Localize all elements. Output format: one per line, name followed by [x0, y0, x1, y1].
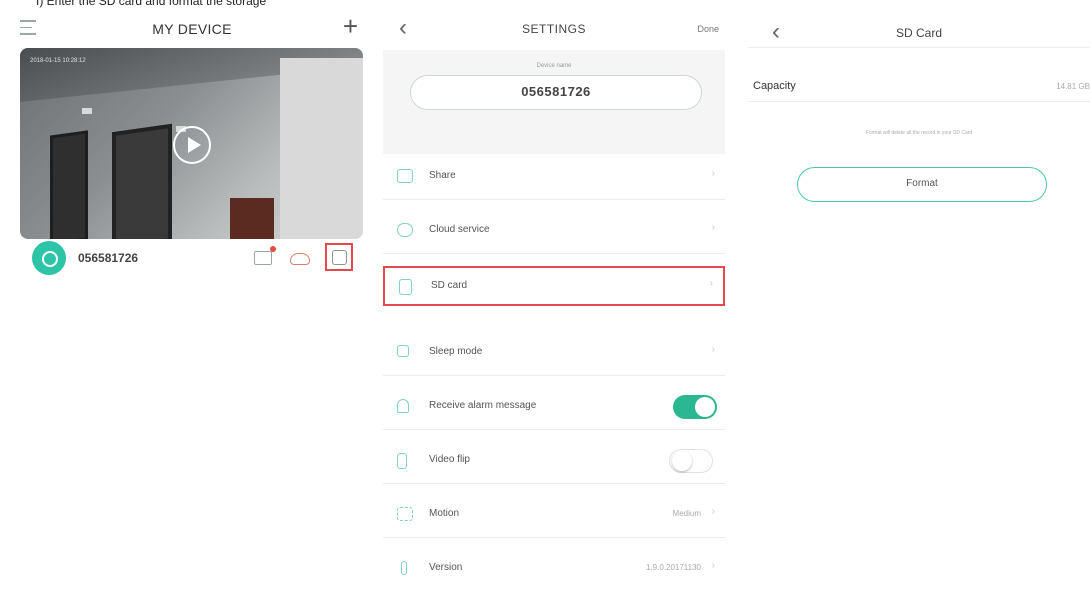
sleep-icon	[397, 345, 409, 357]
settings-screen: ‹ SETTINGS Done Device name 056581726 Sh…	[383, 12, 725, 599]
row-value: 1.9.0.20171130	[645, 563, 701, 572]
cloud-icon[interactable]	[290, 253, 310, 265]
row-label: SD card	[431, 280, 468, 291]
settings-row-video-flip[interactable]: Video flip	[383, 438, 725, 484]
sd-card-screen: ‹ SD Card Capacity 14.81 GB Format will …	[748, 12, 1090, 312]
settings-row-motion[interactable]: Motion Medium ›	[383, 492, 725, 538]
chevron-right-icon: ›	[711, 560, 715, 571]
video-timestamp: 2018-01-15 10:28:12	[30, 58, 86, 64]
settings-row-version[interactable]: Version 1.9.0.20171130 ›	[383, 546, 725, 592]
video-lamp	[82, 108, 92, 114]
share-icon[interactable]	[254, 246, 276, 265]
share-icon	[397, 169, 413, 183]
device-row[interactable]: 056581726	[20, 240, 364, 284]
capacity-value: 14.81 GB	[1056, 82, 1090, 91]
video-wall	[280, 58, 363, 239]
row-label: Cloud service	[429, 224, 490, 235]
page-title: SD Card	[895, 26, 942, 40]
header: MY DEVICE +	[20, 12, 364, 46]
chevron-right-icon: ›	[711, 344, 715, 355]
row-label: Video flip	[429, 454, 470, 465]
format-button[interactable]: Format	[797, 167, 1047, 202]
device-name-field[interactable]: 056581726	[410, 75, 702, 110]
avatar	[32, 241, 66, 275]
settings-icon[interactable]	[332, 250, 347, 265]
cloud-icon	[397, 223, 413, 237]
format-note: Format will delete all the record in you…	[865, 130, 973, 136]
video-cabinet	[230, 198, 274, 239]
header: ‹ SD Card	[748, 12, 1090, 48]
device-name-label: Device name	[536, 63, 572, 69]
settings-row-share[interactable]: Share ›	[383, 154, 725, 200]
chevron-right-icon: ›	[711, 222, 715, 233]
device-name-section: Device name 056581726	[383, 50, 725, 154]
settings-row-sd-card[interactable]: SD card ›	[383, 266, 725, 306]
video-door	[112, 123, 172, 239]
capacity-label: Capacity	[753, 80, 796, 92]
flip-icon	[397, 453, 407, 469]
version-icon	[401, 561, 407, 575]
page-title: MY DEVICE	[152, 21, 232, 37]
row-label: Share	[429, 170, 456, 181]
video-door	[50, 130, 88, 239]
device-name: 056581726	[78, 251, 139, 265]
row-label: Motion	[429, 508, 460, 519]
my-device-screen: MY DEVICE + 2018-01-15 10:28:12 05658172…	[20, 12, 364, 599]
row-label: Version	[429, 562, 463, 573]
header: ‹ SETTINGS Done	[383, 12, 725, 46]
chevron-right-icon: ›	[709, 278, 713, 289]
sd-card-icon	[399, 279, 412, 295]
page-title: SETTINGS	[521, 22, 586, 36]
settings-row-sleep[interactable]: Sleep mode ›	[383, 330, 725, 376]
settings-highlight[interactable]	[325, 243, 353, 271]
settings-row-cloud[interactable]: Cloud service ›	[383, 208, 725, 254]
plus-icon[interactable]: +	[343, 13, 358, 39]
chevron-right-icon: ›	[711, 506, 715, 517]
video-preview[interactable]: 2018-01-15 10:28:12	[20, 48, 363, 239]
row-value: Medium	[672, 509, 701, 518]
done-button[interactable]: Done	[697, 24, 719, 34]
row-label: Receive alarm message	[429, 400, 537, 411]
video-flip-toggle[interactable]	[669, 449, 713, 473]
chevron-right-icon: ›	[711, 168, 715, 179]
settings-row-alarm[interactable]: Receive alarm message	[383, 384, 725, 430]
row-label: Sleep mode	[429, 346, 483, 357]
motion-icon	[397, 507, 413, 521]
capacity-row: Capacity 14.81 GB	[748, 72, 1090, 102]
play-icon[interactable]	[173, 126, 211, 164]
instruction-caption: I) Enter the SD card and format the stor…	[36, 0, 267, 8]
bell-icon	[397, 399, 409, 413]
alarm-toggle[interactable]	[673, 395, 717, 419]
